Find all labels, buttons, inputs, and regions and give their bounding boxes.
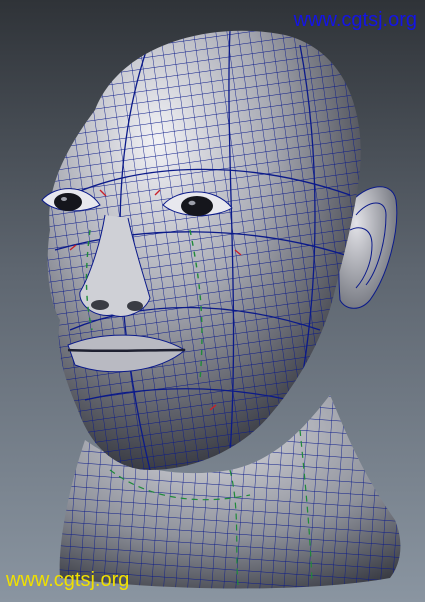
- head-model[interactable]: [0, 0, 425, 602]
- watermark-top: www.cgtsj.org: [293, 9, 417, 31]
- 3d-viewport[interactable]: www.cgtsj.org www.cgtsj.org: [0, 0, 425, 602]
- watermark-bottom: www.cgtsj.org: [6, 569, 130, 591]
